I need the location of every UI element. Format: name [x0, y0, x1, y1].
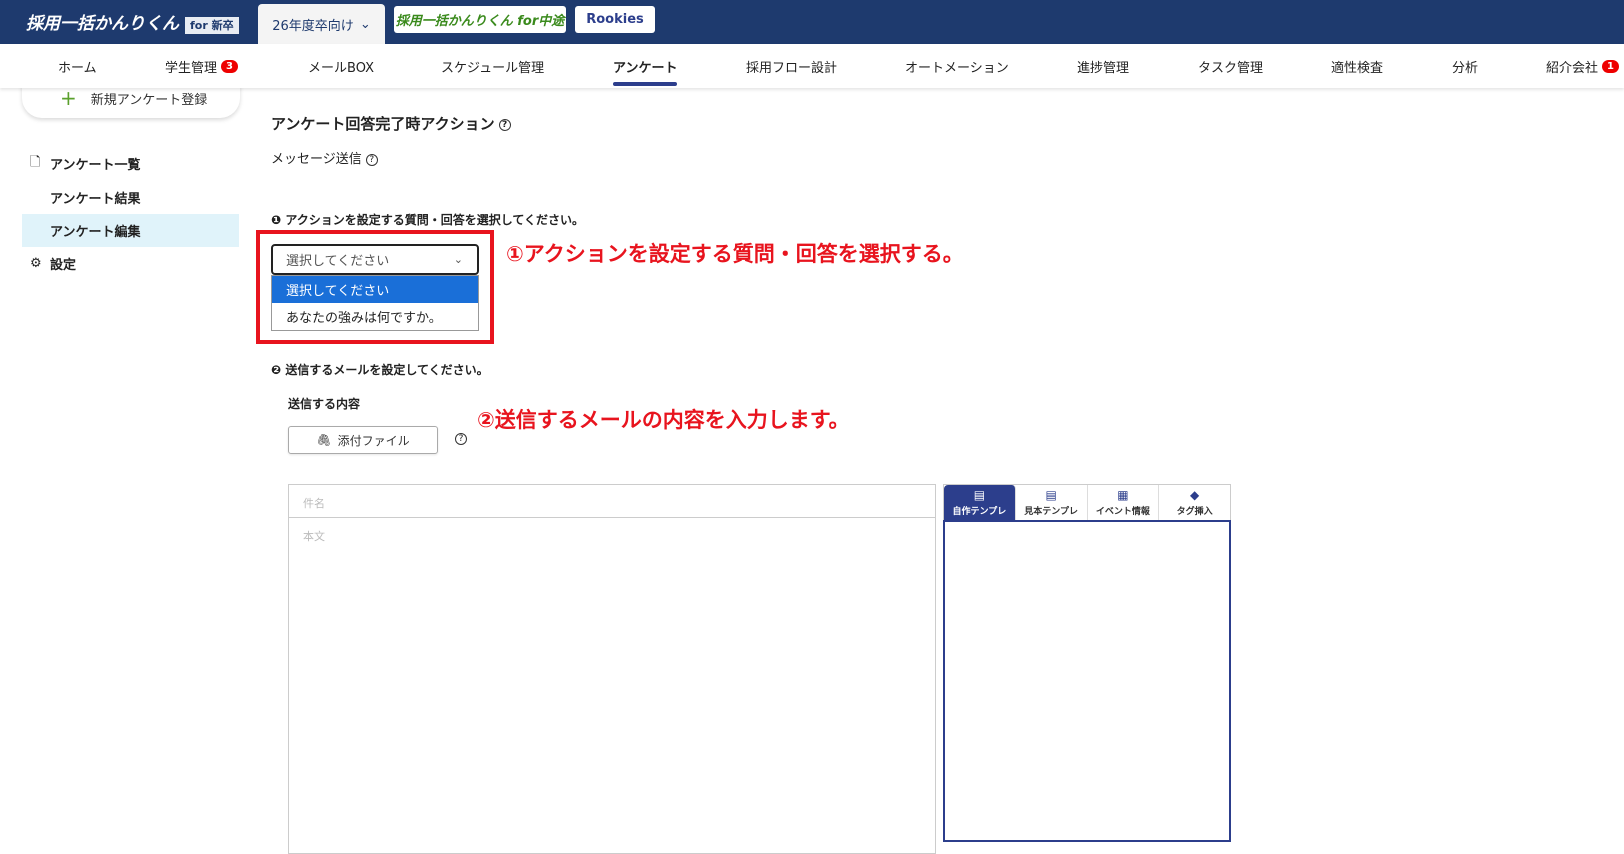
nav-aptitude[interactable]: 適性検査 [1331, 44, 1383, 88]
document-icon: 🗋 [30, 154, 41, 170]
sidebar-item-edit[interactable]: アンケート編集 [22, 214, 239, 247]
nav-home[interactable]: ホーム [58, 44, 97, 88]
content-label: 送信する内容 [288, 397, 361, 411]
annotation-1: ①アクションを設定する質問・回答を選択する。 [506, 242, 964, 266]
tab-sample-templates[interactable]: ▤ 見本テンプレ [1016, 485, 1088, 520]
paperclip-icon: 🖇 [316, 433, 332, 447]
rookies-link[interactable]: Rookies [575, 6, 655, 33]
step2-label: ❷ 送信するメールを設定してください。 [271, 363, 489, 377]
tab-event-info[interactable]: ▦ イベント情報 [1088, 485, 1160, 520]
nav-schedule[interactable]: スケジュール管理 [441, 44, 544, 88]
main-nav: ホーム 学生管理 3 メールBOX スケジュール管理 アンケート 採用フロー設計 … [0, 44, 1624, 88]
sidebar-item-settings[interactable]: ⚙ 設定 [22, 247, 239, 280]
subject-input[interactable]: 件名 [289, 485, 935, 518]
count-badge: 3 [221, 59, 238, 73]
tab-my-templates[interactable]: ▤ 自作テンプレ [944, 485, 1016, 520]
help-icon[interactable]: ? [455, 433, 467, 445]
nav-agencies[interactable]: 紹介会社 1 [1546, 44, 1619, 88]
logo[interactable]: 採用一括かんりくん for 新卒 [26, 9, 239, 34]
nav-automation[interactable]: オートメーション [905, 44, 1009, 88]
calendar-icon: ▦ [1117, 488, 1129, 502]
sidebar-item-results[interactable]: アンケート結果 [22, 181, 239, 214]
chevron-down-icon: ⌄ [359, 16, 371, 32]
section-subtitle: メッセージ送信? [271, 148, 378, 167]
step1-label: ❶ アクションを設定する質問・回答を選択してください。 [271, 213, 585, 227]
sidebar-item-list[interactable]: 🗋 アンケート一覧 [22, 147, 239, 180]
mail-editor: 件名 本文 [288, 484, 936, 854]
nav-students[interactable]: 学生管理 3 [165, 44, 238, 88]
help-icon[interactable]: ? [498, 118, 511, 131]
nav-flow[interactable]: 採用フロー設計 [746, 44, 837, 88]
step-number-icon: ❷ [271, 363, 286, 377]
select-dropdown: 選択してください あなたの強みは何ですか。 [271, 275, 479, 331]
page-title: アンケート回答完了時アクション? [271, 113, 511, 134]
nav-tasks[interactable]: タスク管理 [1198, 44, 1263, 88]
body-textarea[interactable]: 本文 [289, 518, 935, 554]
annotation-2: ②送信するメールの内容を入力します。 [477, 408, 850, 432]
template-icon: ▤ [1045, 488, 1057, 502]
step-number-icon: ❶ [271, 213, 286, 227]
nav-analysis[interactable]: 分析 [1452, 44, 1478, 88]
help-icon[interactable]: ? [365, 153, 378, 166]
tab-insert-tag[interactable]: ◆ タグ挿入 [1159, 485, 1230, 520]
count-badge: 1 [1602, 59, 1619, 73]
attach-file-button[interactable]: 🖇 添付ファイル [288, 426, 438, 454]
template-list [943, 520, 1231, 842]
nav-mailbox[interactable]: メールBOX [308, 44, 374, 88]
chuto-link[interactable]: 採用一括かんりくん for中途 [394, 6, 566, 33]
top-bar: 採用一括かんりくん for 新卒 26年度卒向け ⌄ 採用一括かんりくん for中途… [0, 0, 1624, 44]
template-icon: ▤ [973, 488, 986, 502]
nav-progress[interactable]: 進捗管理 [1077, 44, 1129, 88]
nav-survey[interactable]: アンケート [613, 44, 678, 88]
gear-icon: ⚙ [30, 256, 42, 271]
select-option[interactable]: あなたの強みは何ですか。 [272, 303, 478, 330]
question-select[interactable]: 選択してください ⌄ [271, 244, 479, 275]
tag-icon: ◆ [1190, 488, 1200, 502]
select-option[interactable]: 選択してください [272, 276, 478, 303]
template-panel: ▤ 自作テンプレ ▤ 見本テンプレ ▦ イベント情報 ◆ タグ挿入 [943, 484, 1231, 842]
year-selector[interactable]: 26年度卒向け ⌄ [258, 4, 385, 44]
plus-icon: + [60, 86, 77, 110]
chevron-down-icon: ⌄ [453, 253, 463, 266]
